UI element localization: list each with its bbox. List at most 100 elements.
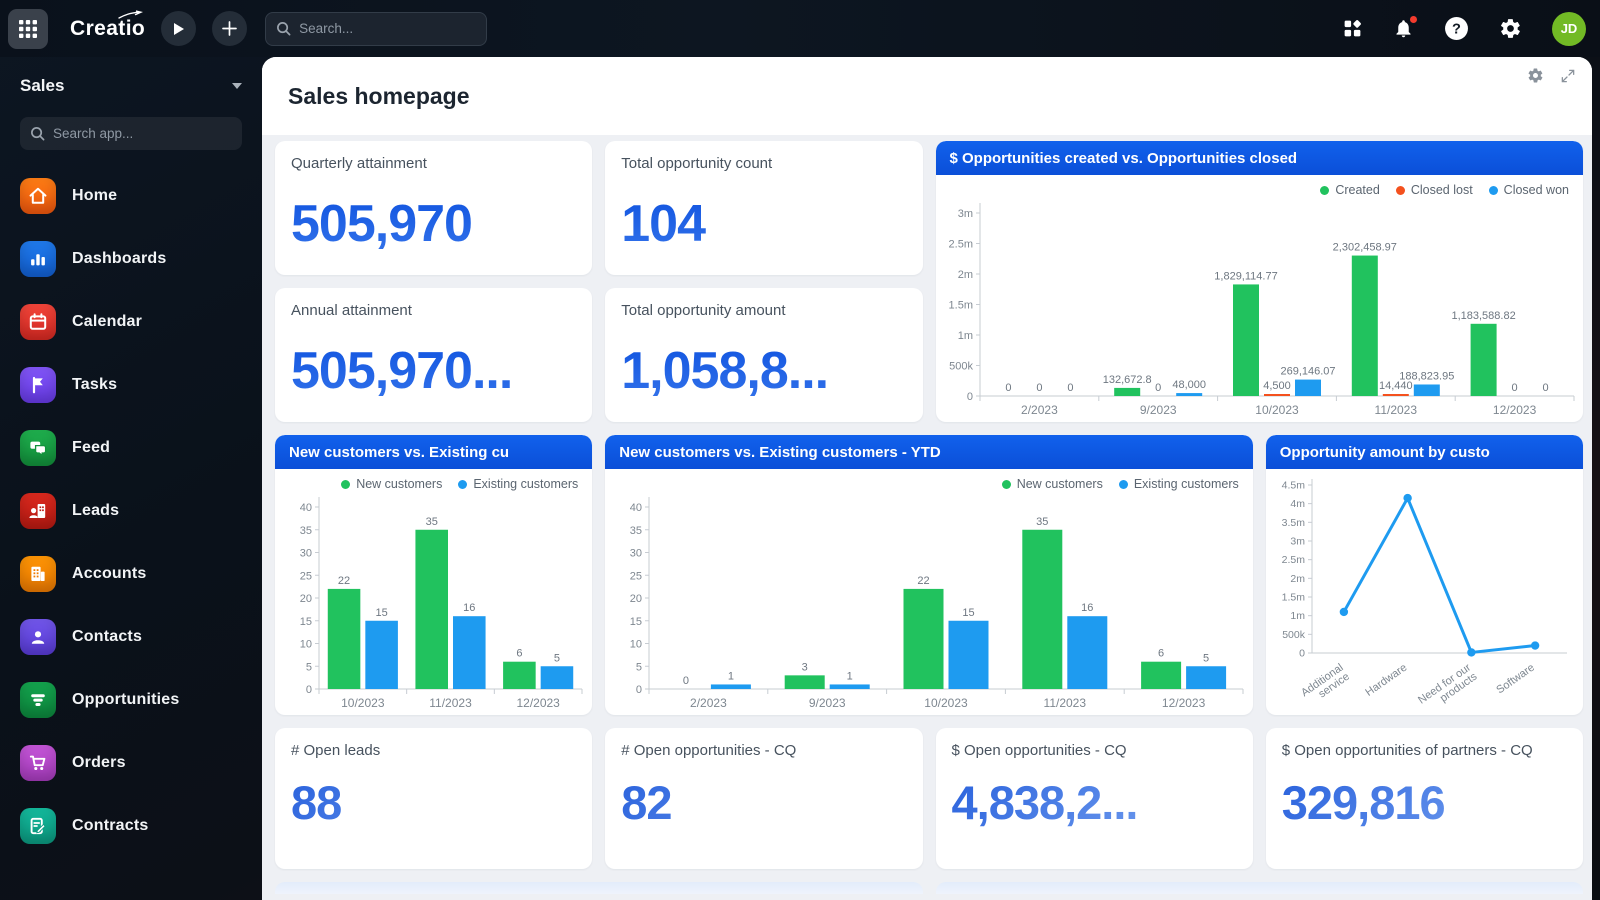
global-search[interactable] bbox=[265, 12, 487, 46]
help-button[interactable]: ? bbox=[1444, 16, 1469, 41]
workspace-selector[interactable]: Sales bbox=[20, 73, 242, 99]
svg-text:269,146.07: 269,146.07 bbox=[1280, 366, 1335, 378]
svg-text:22: 22 bbox=[338, 575, 350, 587]
sidebar-item-accounts[interactable]: Accounts bbox=[20, 556, 242, 592]
notification-badge bbox=[1409, 15, 1418, 24]
sidebar-item-feed[interactable]: Feed bbox=[20, 430, 242, 466]
notifications-button[interactable] bbox=[1393, 18, 1414, 39]
svg-text:4,500: 4,500 bbox=[1263, 380, 1291, 392]
chart-title: $ Opportunities created vs. Opportunitie… bbox=[936, 141, 1584, 175]
svg-text:4m: 4m bbox=[1290, 498, 1305, 510]
svg-text:Additionalservice: Additionalservice bbox=[1299, 662, 1352, 709]
chart-body: New customersExisting customers051015202… bbox=[605, 469, 1253, 715]
home-icon bbox=[20, 178, 56, 214]
kpi-value: 505,970... bbox=[291, 341, 576, 401]
svg-text:10: 10 bbox=[630, 639, 642, 651]
kpi-title: $ Open opportunities of partners - CQ bbox=[1282, 742, 1567, 761]
svg-text:25: 25 bbox=[630, 570, 642, 582]
calendar-icon bbox=[20, 304, 56, 340]
sidebar-item-label: Contacts bbox=[72, 628, 142, 646]
kpi-title: Total opportunity amount bbox=[621, 302, 906, 321]
kpi-total-opportunity-count: Total opportunity count 104 bbox=[605, 141, 922, 275]
legend-dot bbox=[1002, 480, 1011, 489]
sidebar-item-leads[interactable]: Leads bbox=[20, 493, 242, 529]
svg-text:5: 5 bbox=[306, 661, 312, 673]
sidebar-item-orders[interactable]: Orders bbox=[20, 745, 242, 781]
legend-dot bbox=[458, 480, 467, 489]
chart-new-vs-existing-customers: New customers vs. Existing cu New custom… bbox=[275, 435, 592, 715]
expand-icon[interactable] bbox=[1560, 68, 1576, 84]
svg-text:22: 22 bbox=[918, 575, 930, 587]
kpi-value: 88 bbox=[291, 775, 576, 830]
sidebar-item-home[interactable]: Home bbox=[20, 178, 242, 214]
feed-icon bbox=[20, 430, 56, 466]
sidebar-item-label: Dashboards bbox=[72, 250, 166, 268]
svg-text:10: 10 bbox=[300, 639, 312, 651]
contracts-icon bbox=[20, 808, 56, 844]
svg-text:15: 15 bbox=[630, 616, 642, 628]
svg-text:Need for ourproducts: Need for ourproducts bbox=[1416, 661, 1480, 715]
svg-text:Software: Software bbox=[1494, 662, 1536, 697]
svg-text:2.5m: 2.5m bbox=[1281, 554, 1305, 566]
legend-item: Existing customers bbox=[458, 477, 578, 491]
svg-text:1.5m: 1.5m bbox=[1281, 592, 1305, 604]
svg-text:10/2023: 10/2023 bbox=[1255, 403, 1299, 417]
svg-text:48,000: 48,000 bbox=[1172, 379, 1206, 391]
svg-text:15: 15 bbox=[300, 616, 312, 628]
svg-text:0: 0 bbox=[636, 684, 642, 696]
svg-text:3: 3 bbox=[802, 661, 808, 673]
run-process-button[interactable] bbox=[161, 11, 196, 46]
top-bar: Creatio ? bbox=[0, 0, 1600, 57]
svg-text:3.5m: 3.5m bbox=[1281, 517, 1305, 529]
sidebar-item-label: Home bbox=[72, 187, 117, 205]
kpi-open-opportunities-cq: # Open opportunities - CQ 82 bbox=[605, 728, 922, 869]
app-search-input[interactable] bbox=[53, 126, 213, 141]
chart-legend: New customersExisting customers bbox=[1002, 477, 1239, 491]
sidebar-item-contracts[interactable]: Contracts bbox=[20, 808, 242, 844]
add-new-button[interactable] bbox=[212, 11, 247, 46]
user-avatar[interactable]: JD bbox=[1552, 12, 1586, 46]
svg-text:15: 15 bbox=[375, 607, 387, 619]
tasks-icon bbox=[20, 367, 56, 403]
svg-text:Hardware: Hardware bbox=[1363, 662, 1409, 699]
svg-text:0: 0 bbox=[966, 391, 972, 403]
app-launcher-button[interactable] bbox=[8, 9, 48, 49]
svg-text:15: 15 bbox=[963, 607, 975, 619]
kpi-quarterly-attainment: Quarterly attainment 505,970 bbox=[275, 141, 592, 275]
global-search-input[interactable] bbox=[299, 21, 469, 36]
svg-text:1: 1 bbox=[728, 670, 734, 682]
app-search[interactable] bbox=[20, 117, 242, 150]
legend-dot bbox=[1489, 186, 1498, 195]
sidebar-item-dashboards[interactable]: Dashboards bbox=[20, 241, 242, 277]
chart-body: 0500k1m1.5m2m2.5m3m3.5m4m4.5mAdditionals… bbox=[1266, 469, 1583, 715]
svg-text:30: 30 bbox=[300, 548, 312, 560]
sidebar-item-contacts[interactable]: Contacts bbox=[20, 619, 242, 655]
svg-text:0: 0 bbox=[683, 675, 689, 687]
page-settings-icon[interactable] bbox=[1527, 67, 1544, 84]
sidebar-item-opportunities[interactable]: Opportunities bbox=[20, 682, 242, 718]
sidebar-item-calendar[interactable]: Calendar bbox=[20, 304, 242, 340]
next-widget-header-peek bbox=[936, 882, 1584, 894]
kpi-value: 505,970 bbox=[291, 194, 576, 254]
svg-text:20: 20 bbox=[630, 593, 642, 605]
legend-dot bbox=[1119, 480, 1128, 489]
bar-chart: 0500k1m1.5m2m2.5m3m2/20239/202310/202311… bbox=[936, 175, 1584, 422]
orders-icon bbox=[20, 745, 56, 781]
svg-text:12/2023: 12/2023 bbox=[516, 696, 560, 710]
system-settings-button[interactable] bbox=[1499, 17, 1522, 40]
page-header: Sales homepage bbox=[262, 57, 1592, 135]
svg-text:5: 5 bbox=[554, 652, 560, 664]
grid-icon bbox=[17, 18, 39, 40]
sidebar-item-tasks[interactable]: Tasks bbox=[20, 367, 242, 403]
svg-text:1,829,114.77: 1,829,114.77 bbox=[1214, 270, 1277, 282]
kpi-value: 329,816 bbox=[1282, 775, 1567, 830]
leads-icon bbox=[20, 493, 56, 529]
legend-item: Closed won bbox=[1489, 183, 1569, 197]
sidebar-item-label: Leads bbox=[72, 502, 119, 520]
svg-text:9/2023: 9/2023 bbox=[1139, 403, 1176, 417]
marketplace-apps-button[interactable] bbox=[1342, 18, 1363, 39]
svg-text:3m: 3m bbox=[957, 208, 972, 220]
sidebar-nav: Home Dashboards Calendar Tasks Feed Leads Acco… bbox=[20, 178, 242, 844]
search-icon bbox=[30, 126, 45, 141]
svg-text:4.5m: 4.5m bbox=[1281, 480, 1305, 492]
